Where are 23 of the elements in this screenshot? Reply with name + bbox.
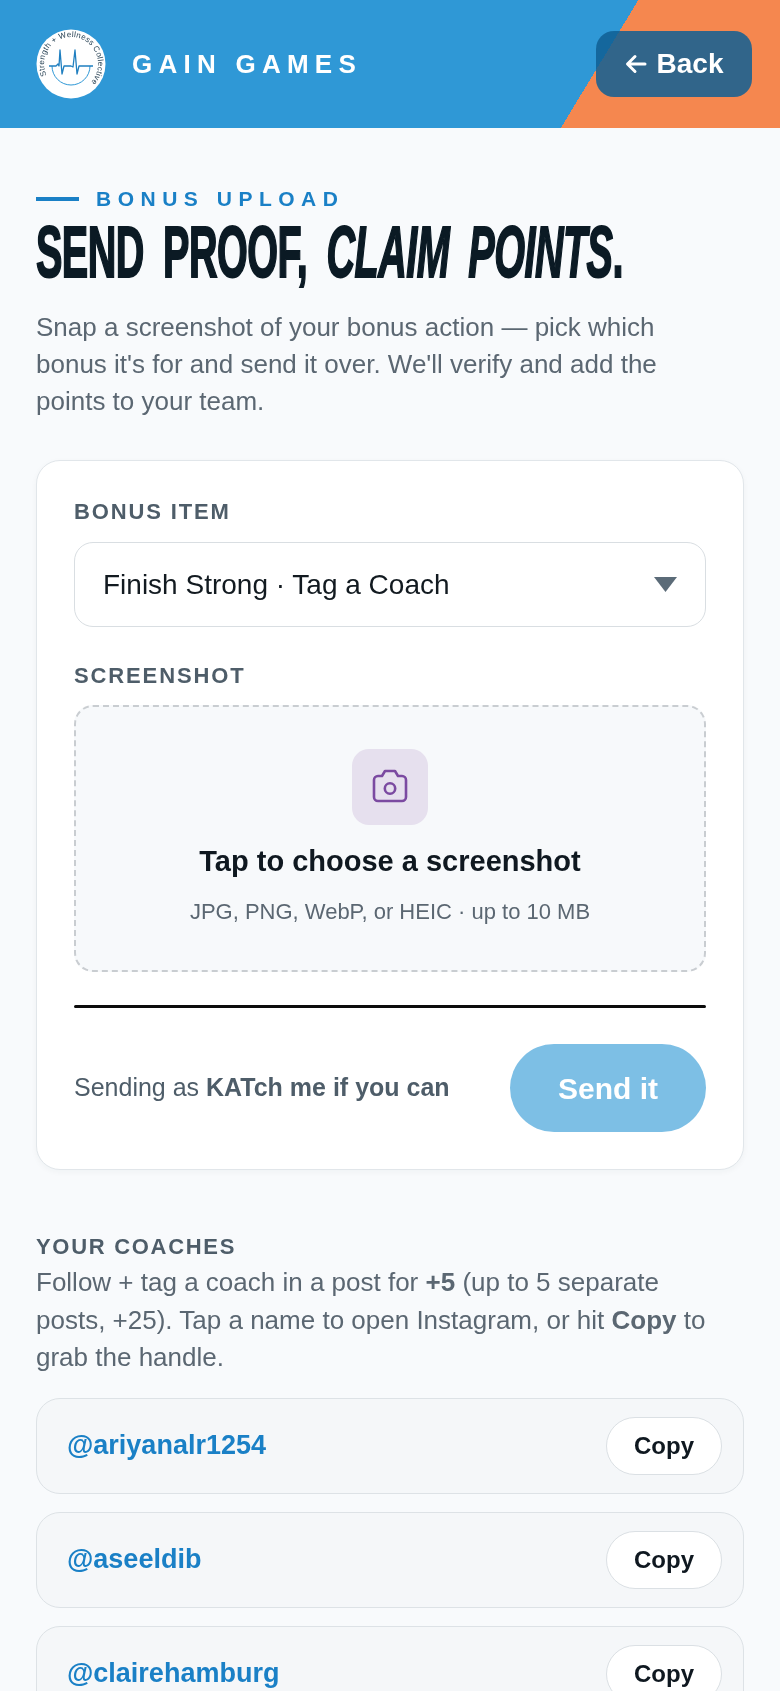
page-headline: SEND PROOF, CLAIM POINTS. (36, 216, 623, 288)
arrow-left-icon (624, 54, 647, 74)
copy-button[interactable]: Copy (606, 1416, 722, 1475)
coach-handle-link[interactable]: @aseeldib (67, 1539, 202, 1580)
upload-dropzone[interactable]: Tap to choose a screenshot JPG, PNG, WebP, or HEIC · up to 10 MB (74, 705, 706, 972)
coach-handle-link[interactable]: @ariyanalr1254 (67, 1425, 266, 1466)
camera-icon (352, 749, 428, 825)
field-label: BONUS ITEM (74, 500, 232, 524)
caret-down-icon (654, 577, 677, 592)
sender-text: Sending as KATch me if you can (74, 1072, 450, 1104)
field-label: SCREENSHOT (74, 664, 247, 688)
back-button[interactable]: Back (596, 31, 752, 97)
upload-hint: JPG, PNG, WebP, or HEIC · up to 10 MB (189, 900, 591, 924)
coaches-description: Follow + tag a coach in a post for +5 (up to 5 separate posts, +25). Tap a name to open Instagram, or hit Copy to grab the handle. (36, 1266, 707, 1374)
brand-title: GAIN GAMES (132, 51, 362, 77)
copy-button[interactable]: Copy (606, 1530, 722, 1589)
intro-text: Snap a screenshot of your bonus action — pick which bonus it's for and send it over. We'll verify and add the points to your team. (36, 311, 658, 418)
coach-handle-link[interactable]: @clairehamburg (67, 1653, 280, 1691)
section-eyebrow: BONUS UPLOAD (96, 187, 345, 211)
upload-title: Tap to choose a screenshot (199, 845, 581, 877)
bonus-select[interactable]: Finish Strong · Tag a Coach (74, 542, 706, 627)
section-title: YOUR COACHES (36, 1234, 238, 1260)
copy-button[interactable]: Copy (606, 1644, 722, 1691)
